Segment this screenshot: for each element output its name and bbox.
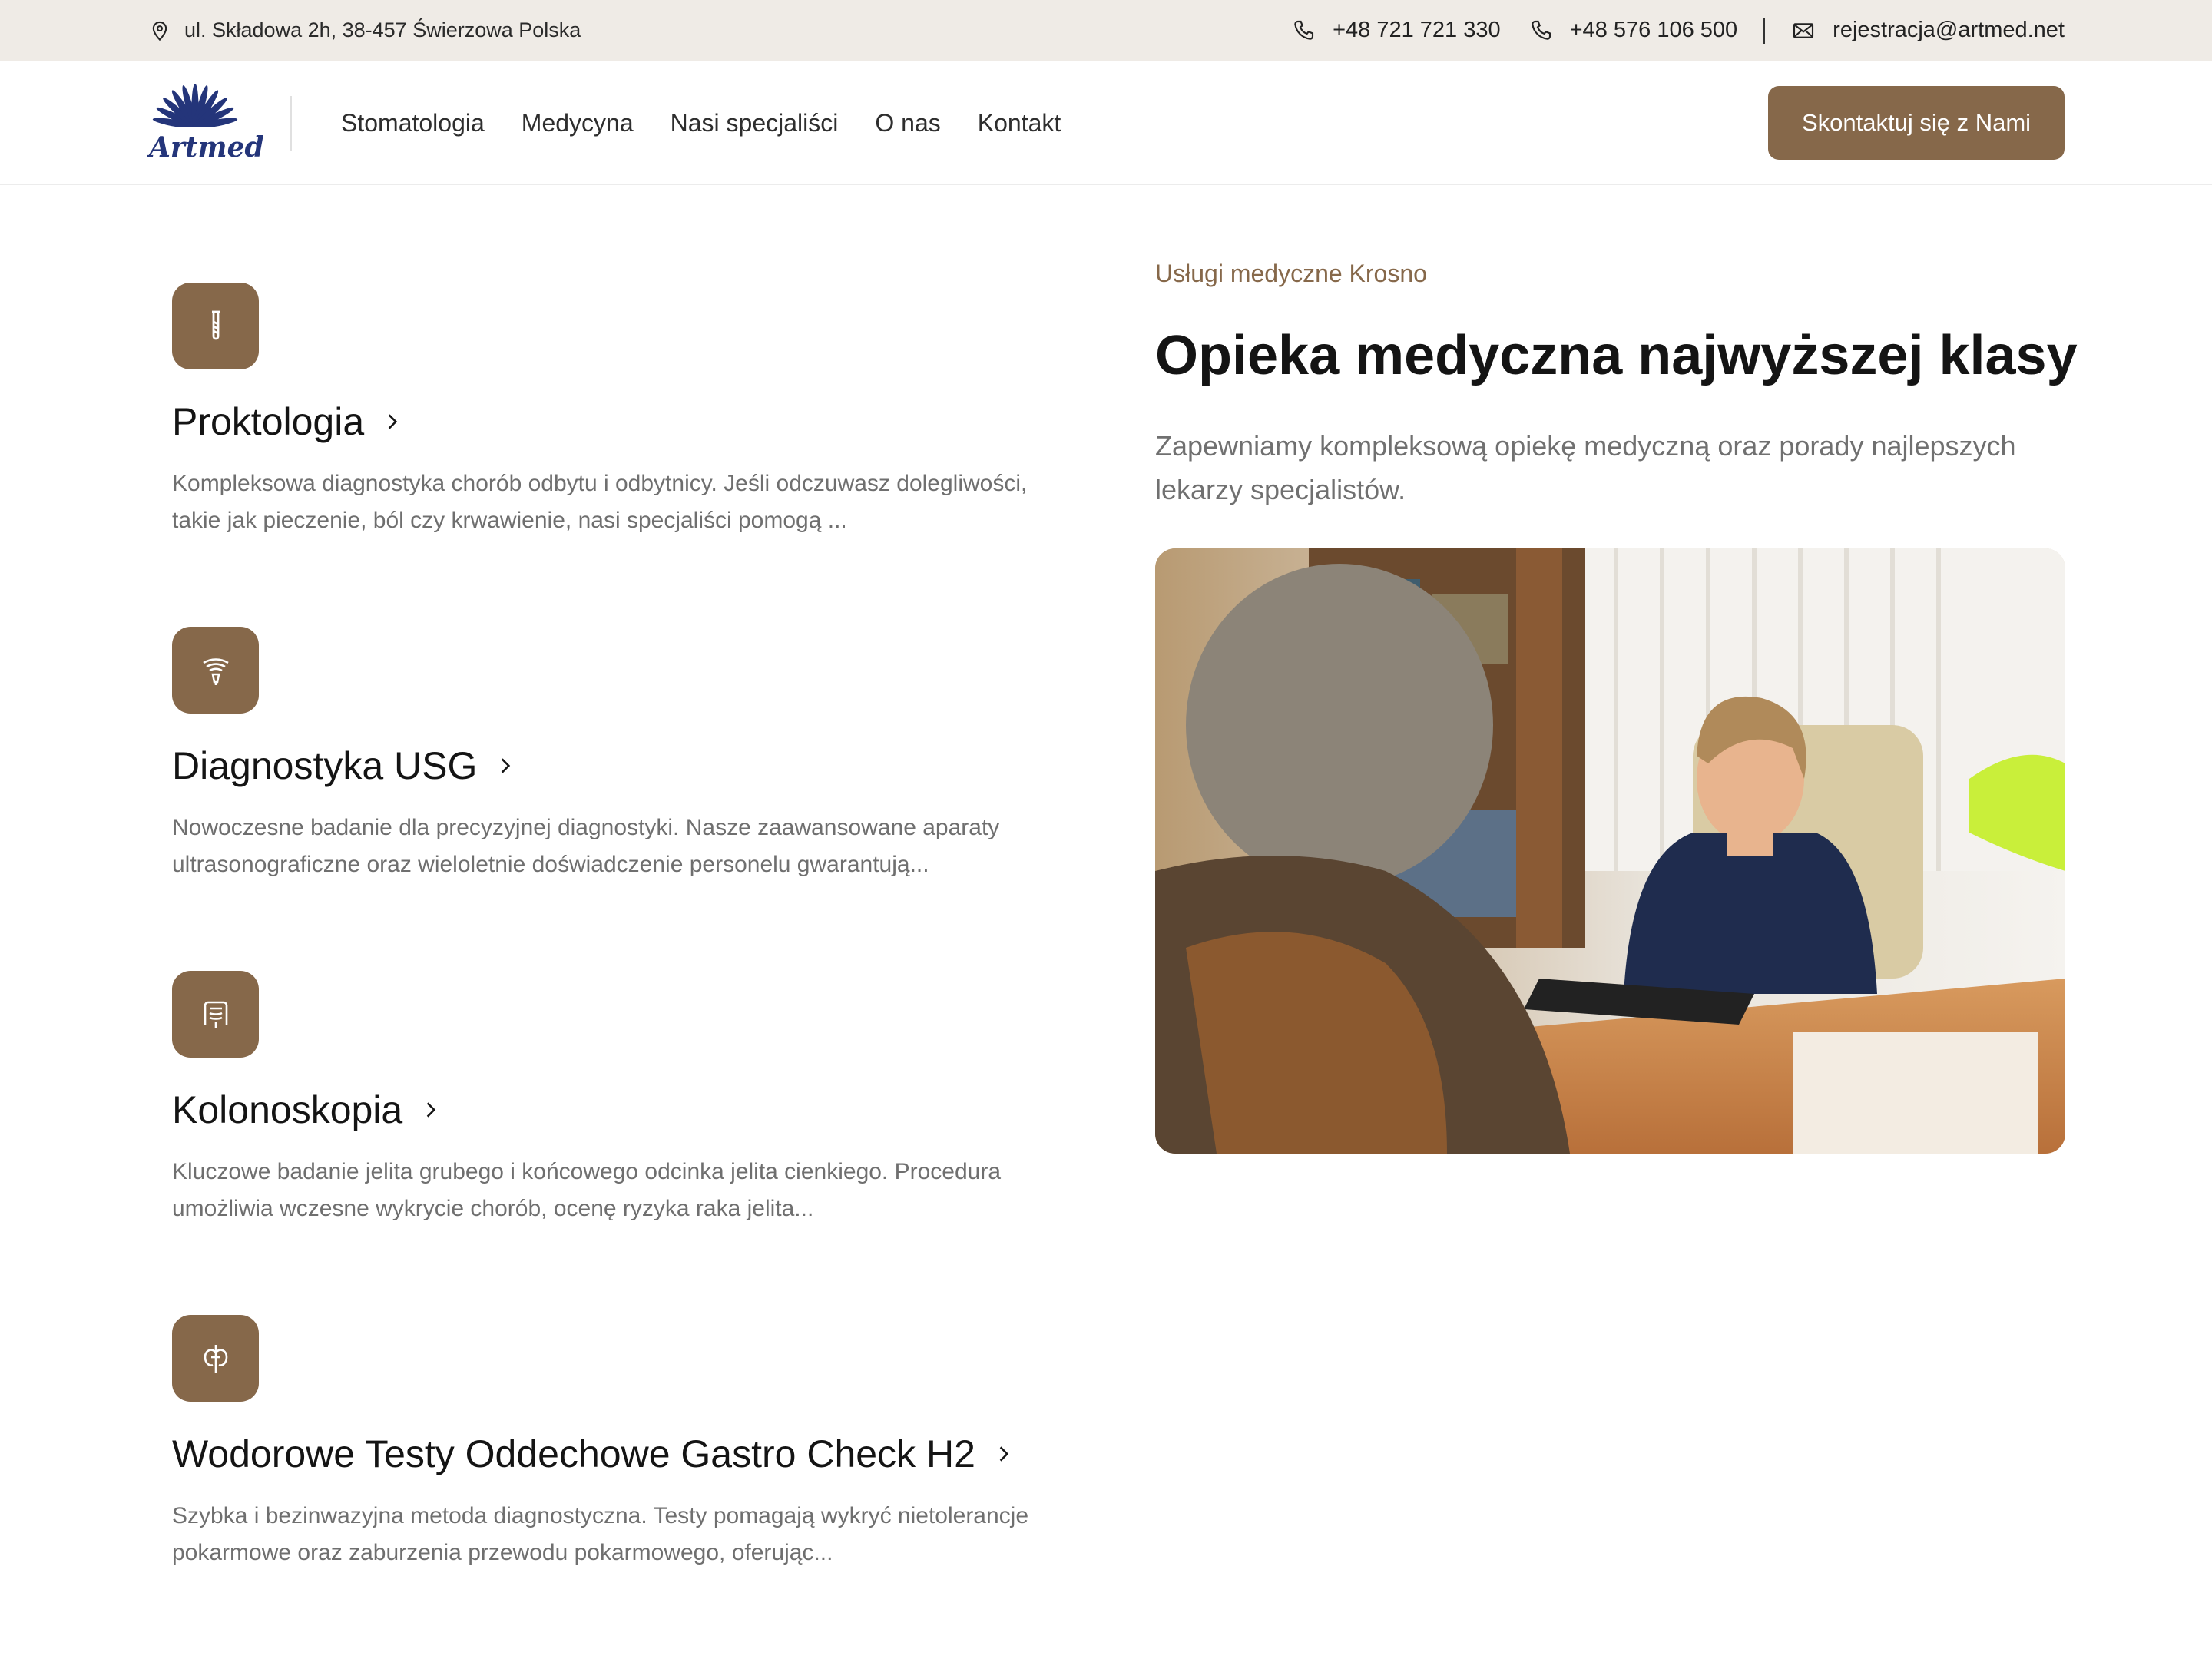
service-description: Kompleksowa diagnostyka chorób odbytu i … <box>172 471 1028 533</box>
page-title: Opieka medyczna najwyższej klasy <box>1155 325 2078 386</box>
nav-o-nas[interactable]: O nas <box>875 109 940 137</box>
service-title[interactable]: Diagnostyka USG <box>172 743 477 788</box>
email-link[interactable]: rejestracja@artmed.net <box>1791 18 2065 43</box>
nav-medycyna[interactable]: Medycyna <box>522 109 634 137</box>
service-link[interactable]: Proktologia <box>172 399 402 444</box>
service-title[interactable]: Wodorowe Testy Oddechowe Gastro Check H2 <box>172 1432 975 1476</box>
email-text[interactable]: rejestracja@artmed.net <box>1833 18 2065 43</box>
phone-link-2[interactable]: +48 576 106 500 <box>1528 18 1738 43</box>
service-card: Wodorowe Testy Oddechowe Gastro Check H2… <box>172 1315 1094 1576</box>
service-description: Szybka i bezinwazyjna metoda diagnostycz… <box>172 1503 1029 1565</box>
address-text: ul. Składowa 2h, 38-457 Świerzowa Polska <box>184 18 581 41</box>
service-link[interactable]: Wodorowe Testy Oddechowe Gastro Check H2 <box>172 1432 1014 1476</box>
service-description: Nowoczesne badanie dla precyzyjnej diagn… <box>172 815 1000 877</box>
chevron-right-icon <box>426 1102 436 1118</box>
top-info-bar: ul. Składowa 2h, 38-457 Świerzowa Polska… <box>0 0 2212 61</box>
separator <box>1763 17 1766 44</box>
service-icon-box <box>172 971 259 1058</box>
map-pin-icon <box>152 21 167 41</box>
contact-button[interactable]: Skontaktuj się z Nami <box>1768 86 2065 160</box>
nav-nasi-specjalisci[interactable]: Nasi specjaliści <box>671 109 839 137</box>
phone-2-text[interactable]: +48 576 106 500 <box>1570 18 1738 43</box>
service-description: Kluczowe badanie jelita grubego i końcow… <box>172 1159 1002 1221</box>
page-subtitle: Zapewniamy kompleksową opiekę medyczną o… <box>1155 430 2016 505</box>
service-link[interactable]: Diagnostyka USG <box>172 743 515 788</box>
service-card: Diagnostyka USG Nowoczesne badanie dla p… <box>172 627 1094 888</box>
service-card: Kolonoskopia Kluczowe badanie jelita gru… <box>172 971 1094 1232</box>
header-divider <box>290 96 292 151</box>
logo-text: Artmed <box>149 131 264 164</box>
service-title[interactable]: Proktologia <box>172 399 364 444</box>
phone-link-1[interactable]: +48 721 721 330 <box>1291 18 1501 43</box>
chevron-right-icon <box>388 414 398 429</box>
ultrasound-icon <box>202 657 229 685</box>
nav-stomatologia[interactable]: Stomatologia <box>341 109 485 137</box>
address: ul. Składowa 2h, 38-457 Świerzowa Polska <box>149 0 581 61</box>
service-link[interactable]: Kolonoskopia <box>172 1088 441 1132</box>
mail-icon <box>1793 22 1814 38</box>
intestine-icon <box>204 1001 227 1028</box>
service-card: Proktologia Kompleksowa diagnostyka chor… <box>172 283 1094 544</box>
phone-icon <box>1531 20 1551 40</box>
consultation-photo <box>1155 548 2065 1154</box>
main-header: Artmed Stomatologia Medycyna Nasi specja… <box>0 61 2212 185</box>
doctor-consultation-image <box>1155 548 2065 1154</box>
chevron-right-icon <box>999 1446 1009 1462</box>
section-kicker: Usługi medyczne Krosno <box>1155 260 1427 287</box>
phone-icon <box>1294 20 1314 40</box>
service-title[interactable]: Kolonoskopia <box>172 1088 402 1132</box>
test-tube-icon <box>211 310 220 339</box>
nav-kontakt[interactable]: Kontakt <box>978 109 1061 137</box>
fan-logo-icon <box>149 84 241 133</box>
logo[interactable]: Artmed <box>149 76 264 168</box>
chevron-right-icon <box>502 758 511 773</box>
service-icon-box <box>172 627 259 714</box>
service-icon-box <box>172 1315 259 1402</box>
breath-test-icon <box>204 1344 227 1373</box>
phone-1-text[interactable]: +48 721 721 330 <box>1333 18 1501 43</box>
main-nav: Stomatologia Medycyna Nasi specjaliści O… <box>341 61 1098 185</box>
service-icon-box <box>172 283 259 369</box>
